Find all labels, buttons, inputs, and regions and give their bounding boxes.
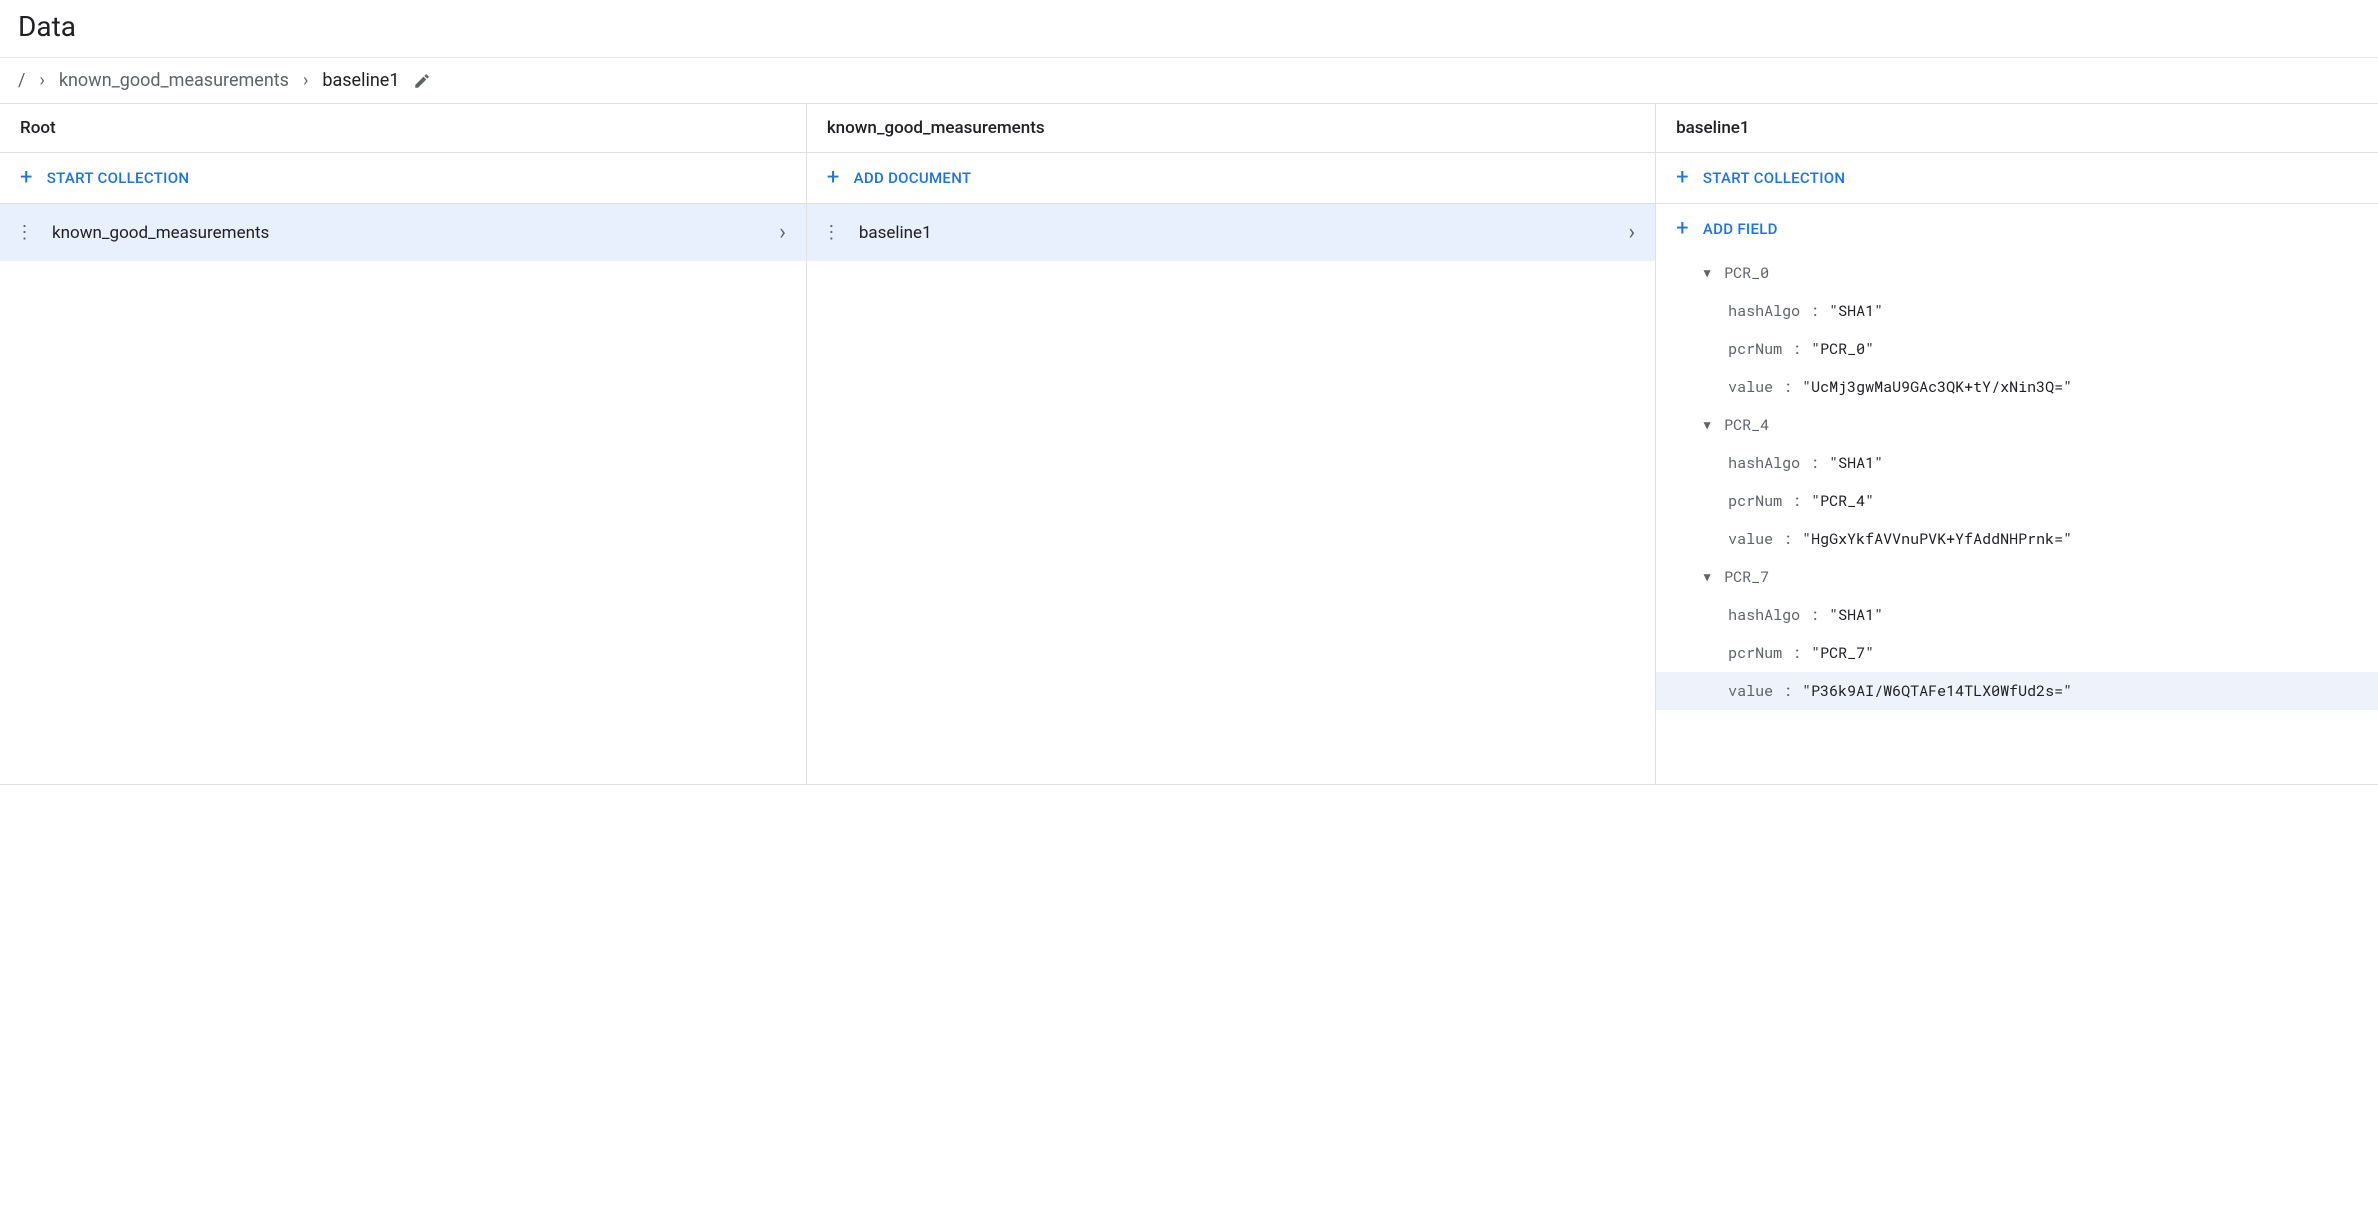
- field-entry[interactable]: hashAlgo: "SHA1": [1656, 596, 2378, 634]
- chevron-right-icon: ›: [1628, 220, 1643, 245]
- field-key: pcrNum: [1728, 491, 1782, 511]
- field-entry[interactable]: hashAlgo: "SHA1": [1656, 292, 2378, 330]
- field-map[interactable]: ▼ PCR_7: [1656, 558, 2378, 596]
- add-document-button[interactable]: + ADD DOCUMENT: [807, 153, 1655, 204]
- colon: :: [1783, 681, 1792, 701]
- chevron-right-icon: ›: [779, 220, 794, 245]
- breadcrumb: / › known_good_measurements › baseline1: [0, 58, 2378, 104]
- column-root: Root + START COLLECTION ⋮ known_good_meas…: [0, 104, 807, 784]
- plus-icon: +: [1676, 218, 1689, 240]
- field-entry[interactable]: value: "P36k9AI/W6QTAFe14TLX0WfUd2s=": [1656, 672, 2378, 710]
- add-field-label: ADD FIELD: [1703, 220, 1778, 238]
- field-entry[interactable]: value: "UcMj3gwMaU9GAc3QK+tY/xNin3Q=": [1656, 368, 2378, 406]
- start-collection-doc-button[interactable]: + START COLLECTION: [1656, 153, 2378, 204]
- field-value: "SHA1": [1829, 453, 1883, 473]
- field-name: PCR_7: [1724, 567, 1769, 587]
- list-item[interactable]: ⋮ known_good_measurements ›: [0, 204, 806, 261]
- start-collection-label: START COLLECTION: [47, 169, 190, 187]
- chevron-right-icon: ›: [303, 70, 308, 91]
- add-field-button[interactable]: + ADD FIELD: [1656, 204, 2378, 254]
- breadcrumb-root-slash[interactable]: /: [18, 70, 25, 91]
- field-value: "SHA1": [1829, 301, 1883, 321]
- colon: :: [1810, 605, 1819, 625]
- column-collection: known_good_measurements + ADD DOCUMENT ⋮…: [807, 104, 1656, 784]
- list-item-label: known_good_measurements: [46, 223, 769, 243]
- arrow-down-icon: ▼: [1700, 569, 1714, 585]
- field-map[interactable]: ▼ PCR_4: [1656, 406, 2378, 444]
- field-key: hashAlgo: [1728, 301, 1800, 321]
- start-collection-doc-label: START COLLECTION: [1703, 169, 1846, 187]
- field-value: "P36k9AI/W6QTAFe14TLX0WfUd2s=": [1802, 681, 2072, 701]
- colon: :: [1783, 377, 1792, 397]
- column-document-header: baseline1: [1656, 104, 2378, 153]
- plus-icon: +: [20, 167, 33, 189]
- plus-icon: +: [827, 167, 840, 189]
- field-entry[interactable]: pcrNum: "PCR_4": [1656, 482, 2378, 520]
- more-vert-icon[interactable]: ⋮: [819, 222, 843, 243]
- field-key: hashAlgo: [1728, 605, 1800, 625]
- field-value: "UcMj3gwMaU9GAc3QK+tY/xNin3Q=": [1802, 377, 2072, 397]
- field-entry[interactable]: value: "HgGxYkfAVVnuPVK+YfAddNHPrnk=": [1656, 520, 2378, 558]
- page-title: Data: [0, 0, 2378, 57]
- plus-icon: +: [1676, 167, 1689, 189]
- colon: :: [1810, 301, 1819, 321]
- field-map[interactable]: ▼ PCR_0: [1656, 254, 2378, 292]
- field-key: hashAlgo: [1728, 453, 1800, 473]
- start-collection-button[interactable]: + START COLLECTION: [0, 153, 806, 204]
- field-key: pcrNum: [1728, 643, 1782, 663]
- column-collection-header: known_good_measurements: [807, 104, 1655, 153]
- field-key: pcrNum: [1728, 339, 1782, 359]
- field-value: "PCR_7": [1811, 643, 1874, 663]
- breadcrumb-collection[interactable]: known_good_measurements: [59, 70, 289, 91]
- column-root-header: Root: [0, 104, 806, 153]
- field-key: value: [1728, 681, 1773, 701]
- column-document: baseline1 + START COLLECTION + ADD FIELD…: [1656, 104, 2378, 784]
- columns-container: Root + START COLLECTION ⋮known_good_meas…: [0, 104, 2378, 785]
- field-value: "SHA1": [1829, 605, 1883, 625]
- more-vert-icon[interactable]: ⋮: [12, 222, 36, 243]
- field-value: "HgGxYkfAVVnuPVK+YfAddNHPrnk=": [1802, 529, 2072, 549]
- field-key: value: [1728, 529, 1773, 549]
- colon: :: [1792, 643, 1801, 663]
- field-value: "PCR_4": [1811, 491, 1874, 511]
- field-entry[interactable]: hashAlgo: "SHA1": [1656, 444, 2378, 482]
- field-entry[interactable]: pcrNum: "PCR_0": [1656, 330, 2378, 368]
- list-item[interactable]: ⋮ baseline1 ›: [807, 204, 1655, 261]
- field-name: PCR_0: [1724, 263, 1769, 283]
- field-entry[interactable]: pcrNum: "PCR_7": [1656, 634, 2378, 672]
- colon: :: [1792, 339, 1801, 359]
- field-value: "PCR_0": [1811, 339, 1874, 359]
- field-name: PCR_4: [1724, 415, 1769, 435]
- field-key: value: [1728, 377, 1773, 397]
- add-document-label: ADD DOCUMENT: [854, 169, 972, 187]
- breadcrumb-document[interactable]: baseline1: [322, 70, 399, 91]
- list-item-label: baseline1: [853, 223, 1619, 243]
- edit-icon[interactable]: [413, 72, 431, 90]
- colon: :: [1783, 529, 1792, 549]
- chevron-right-icon: ›: [39, 70, 44, 91]
- arrow-down-icon: ▼: [1700, 417, 1714, 433]
- colon: :: [1792, 491, 1801, 511]
- colon: :: [1810, 453, 1819, 473]
- arrow-down-icon: ▼: [1700, 265, 1714, 281]
